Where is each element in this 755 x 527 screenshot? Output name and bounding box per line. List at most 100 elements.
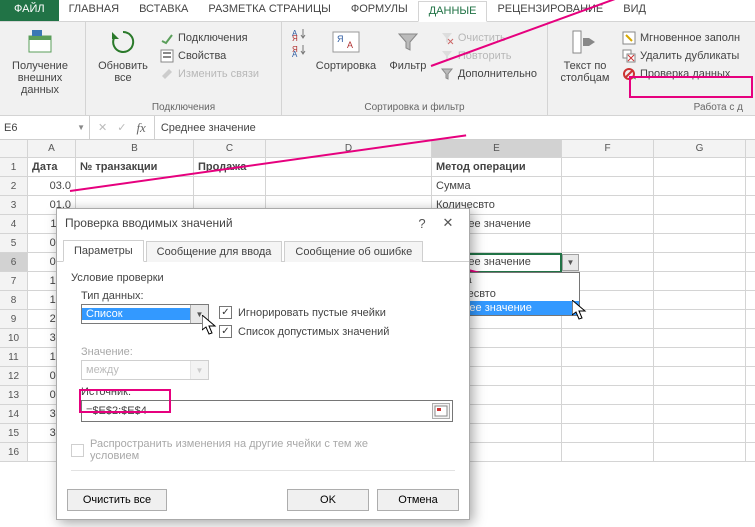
- cell[interactable]: [562, 177, 654, 195]
- cell[interactable]: [654, 386, 746, 404]
- range-picker-button[interactable]: [432, 403, 450, 419]
- cell[interactable]: № транзакции: [76, 158, 194, 176]
- col-header-c[interactable]: C: [194, 140, 266, 157]
- cell[interactable]: [654, 310, 746, 328]
- dialog-tab-input-message[interactable]: Сообщение для ввода: [146, 241, 283, 262]
- cell[interactable]: [562, 386, 654, 404]
- cell[interactable]: [654, 424, 746, 442]
- cell[interactable]: [194, 177, 266, 195]
- cell[interactable]: [654, 367, 746, 385]
- sort-desc-button[interactable]: ЯА: [290, 42, 308, 58]
- ok-button[interactable]: OK: [287, 489, 369, 511]
- row-header[interactable]: 8: [0, 291, 28, 309]
- tab-home[interactable]: ГЛАВНАЯ: [59, 0, 129, 21]
- cell[interactable]: [562, 348, 654, 366]
- cancel-formula-icon[interactable]: ✕: [98, 121, 107, 134]
- cell[interactable]: [654, 348, 746, 366]
- row-header[interactable]: 9: [0, 310, 28, 328]
- remove-duplicates-button[interactable]: Удалить дубликаты: [620, 48, 742, 64]
- tab-review[interactable]: РЕЦЕНЗИРОВАНИЕ: [487, 0, 613, 21]
- row-header[interactable]: 14: [0, 405, 28, 423]
- cell[interactable]: [562, 329, 654, 347]
- enter-formula-icon[interactable]: ✓: [117, 121, 126, 134]
- row-header[interactable]: 6: [0, 253, 28, 271]
- cell[interactable]: [562, 405, 654, 423]
- cell[interactable]: Сумма: [432, 177, 562, 195]
- ignore-blank-checkbox[interactable]: ✓ Игнорировать пустые ячейки: [219, 306, 389, 319]
- sort-asc-button[interactable]: АЯ: [290, 26, 308, 42]
- cell[interactable]: [266, 177, 432, 195]
- dialog-titlebar[interactable]: Проверка вводимых значений ? ✕: [57, 209, 469, 237]
- data-validation-button[interactable]: Проверка данных: [620, 66, 742, 82]
- connections-button[interactable]: Подключения: [158, 30, 261, 46]
- name-box[interactable]: E6 ▼: [0, 116, 90, 139]
- cell[interactable]: [654, 405, 746, 423]
- cell[interactable]: [654, 158, 746, 176]
- col-header-a[interactable]: A: [28, 140, 76, 157]
- cell[interactable]: [562, 215, 654, 233]
- dialog-tab-error-alert[interactable]: Сообщение об ошибке: [284, 241, 423, 262]
- cell[interactable]: [654, 443, 746, 461]
- fx-icon[interactable]: fx: [136, 120, 145, 136]
- col-header-f[interactable]: F: [562, 140, 654, 157]
- row-header[interactable]: 7: [0, 272, 28, 290]
- row-header[interactable]: 10: [0, 329, 28, 347]
- row-header[interactable]: 5: [0, 234, 28, 252]
- tab-file[interactable]: ФАЙЛ: [0, 0, 59, 21]
- cell[interactable]: [654, 272, 746, 290]
- advanced-filter-button[interactable]: Дополнительно: [438, 66, 539, 82]
- row-header[interactable]: 13: [0, 386, 28, 404]
- cell[interactable]: [562, 158, 654, 176]
- cell[interactable]: [654, 196, 746, 214]
- cell[interactable]: [562, 367, 654, 385]
- cell[interactable]: [654, 253, 746, 271]
- text-to-columns-button[interactable]: Текст по столбцам: [556, 26, 614, 84]
- cell[interactable]: [654, 291, 746, 309]
- combo-arrow-icon[interactable]: ▼: [190, 305, 208, 323]
- filter-button[interactable]: Фильтр: [384, 26, 432, 72]
- cell[interactable]: [562, 443, 654, 461]
- flash-fill-button[interactable]: Мгновенное заполн: [620, 30, 742, 46]
- cell[interactable]: [654, 177, 746, 195]
- source-input[interactable]: =$E$2:$E$4: [81, 400, 453, 422]
- edit-links-button[interactable]: Изменить связи: [158, 66, 261, 82]
- in-cell-dropdown-checkbox[interactable]: ✓ Список допустимых значений: [219, 325, 389, 338]
- row-header[interactable]: 4: [0, 215, 28, 233]
- row-header[interactable]: 12: [0, 367, 28, 385]
- tab-data[interactable]: ДАННЫЕ: [418, 1, 488, 22]
- row-header[interactable]: 15: [0, 424, 28, 442]
- cell[interactable]: 03.0: [28, 177, 76, 195]
- clear-all-button[interactable]: Очистить все: [67, 489, 167, 511]
- cell[interactable]: [654, 329, 746, 347]
- allow-combo[interactable]: Список ▼: [81, 304, 209, 324]
- refresh-all-button[interactable]: Обновить все: [94, 26, 152, 84]
- col-header-b[interactable]: B: [76, 140, 194, 157]
- properties-button[interactable]: Свойства: [158, 48, 261, 64]
- row-header[interactable]: 3: [0, 196, 28, 214]
- cancel-button[interactable]: Отмена: [377, 489, 459, 511]
- dialog-close-button[interactable]: ✕: [435, 215, 461, 231]
- row-header[interactable]: 11: [0, 348, 28, 366]
- tab-view[interactable]: ВИД: [613, 0, 656, 21]
- row-header[interactable]: 1: [0, 158, 28, 176]
- cell[interactable]: [562, 424, 654, 442]
- col-header-e[interactable]: E: [432, 140, 562, 157]
- tab-insert[interactable]: ВСТАВКА: [129, 0, 198, 21]
- select-all-corner[interactable]: [0, 140, 28, 157]
- tab-page-layout[interactable]: РАЗМЕТКА СТРАНИЦЫ: [198, 0, 340, 21]
- data-validation-dropdown-button[interactable]: ▼: [562, 254, 579, 271]
- cell[interactable]: [654, 234, 746, 252]
- dialog-help-button[interactable]: ?: [409, 216, 435, 231]
- cell[interactable]: [562, 234, 654, 252]
- dialog-tab-settings[interactable]: Параметры: [63, 240, 144, 262]
- get-external-data-button[interactable]: Получение внешних данных: [8, 26, 72, 96]
- row-header[interactable]: 16: [0, 443, 28, 461]
- cell[interactable]: [654, 215, 746, 233]
- col-header-g[interactable]: G: [654, 140, 746, 157]
- tab-formulas[interactable]: ФОРМУЛЫ: [341, 0, 418, 21]
- cell[interactable]: [562, 196, 654, 214]
- row-header[interactable]: 2: [0, 177, 28, 195]
- cell[interactable]: Метод операции: [432, 158, 562, 176]
- cell[interactable]: Дата: [28, 158, 76, 176]
- name-box-dropdown-icon[interactable]: ▼: [77, 123, 85, 132]
